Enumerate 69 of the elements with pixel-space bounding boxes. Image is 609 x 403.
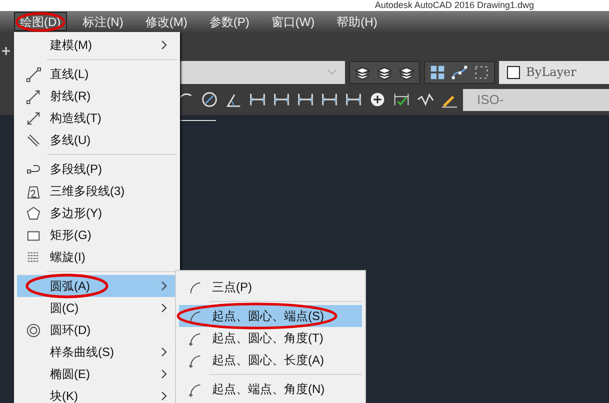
arc-icon: [188, 352, 203, 368]
menu-item-label: 起点、端点、角度(N): [212, 380, 326, 398]
menu-item[interactable]: 绘图(D): [14, 12, 67, 31]
menu-item[interactable]: 圆(C): [17, 297, 177, 319]
menu-item[interactable]: 起点、圆心、角度(T): [179, 327, 362, 349]
arc-icon: [188, 330, 203, 346]
window-title: Autodesk AutoCAD 2016 Drawing1.dwg: [374, 0, 534, 11]
menu-item[interactable]: 螺旋(I): [17, 246, 177, 268]
menu-item[interactable]: 起点、圆心、端点(S): [179, 305, 362, 327]
menu-item[interactable]: 多段线(P): [17, 158, 177, 180]
menu-item-label: 矩形(G): [50, 226, 92, 244]
arc-icon: [188, 280, 203, 294]
menu-item[interactable]: 多边形(Y): [17, 202, 177, 224]
menu-item[interactable]: 参数(P): [203, 12, 256, 31]
menu-item-label: 建模(M): [50, 36, 93, 54]
menu-item[interactable]: 构造线(T): [17, 107, 177, 129]
menu-item-label: 样条曲线(S): [50, 344, 115, 360]
menu-item[interactable]: 三维多段线(3): [17, 180, 177, 202]
menu-item[interactable]: 修改(M): [139, 12, 194, 31]
menu-item-label: 构造线(T): [50, 110, 102, 126]
layer-dropdown[interactable]: [180, 60, 345, 84]
arc-icon: [188, 308, 203, 324]
line-icon: [26, 66, 41, 82]
menu-item-label: 圆(C): [50, 300, 80, 316]
menu-item[interactable]: 直线(L): [17, 63, 177, 85]
menu-item-label: 起点、圆心、长度(A): [212, 352, 325, 368]
menu-item[interactable]: 帮助(H): [330, 12, 384, 31]
3d-polyline-icon: [26, 184, 41, 198]
menu-item[interactable]: 起点、端点、角度(N): [179, 378, 362, 400]
menu-item[interactable]: 圆弧(A): [17, 275, 177, 297]
pentagon-icon: [26, 206, 41, 220]
color-dropdown[interactable]: ByLayer: [499, 60, 609, 84]
menu-item[interactable]: 矩形(G): [17, 224, 177, 246]
circle-icon[interactable]: [200, 90, 219, 109]
menu-item[interactable]: 块(K): [17, 385, 177, 403]
multiline-icon: [26, 132, 41, 148]
menu-item-label: 起点、圆心、端点(S): [212, 308, 325, 324]
menu-item-label: 多线(U): [50, 132, 92, 148]
menu-item-label: 圆弧(A): [50, 278, 91, 294]
menu-item-label: 多边形(Y): [50, 204, 103, 222]
chevron-icon: [327, 69, 337, 75]
target-icon[interactable]: [368, 90, 387, 109]
menu-item[interactable]: 窗口(W): [265, 12, 321, 31]
menu-item[interactable]: 圆环(D): [17, 319, 177, 341]
color-value: ByLayer: [526, 65, 576, 79]
menu-item[interactable]: 射线(R): [17, 85, 177, 107]
plus-icon[interactable]: [1, 46, 11, 56]
donut-icon: [26, 322, 41, 338]
menu-item-label: 起点、圆心、角度(T): [212, 330, 324, 346]
menu-item[interactable]: 多线(U): [17, 129, 177, 151]
arc-icon: [188, 382, 203, 396]
polyline-icon: [26, 164, 40, 174]
menu-item[interactable]: 建模(M): [17, 34, 177, 56]
menu-item-label: 块(K): [50, 388, 79, 403]
construction-line-icon: [26, 110, 41, 126]
menu-item-label: 直线(L): [50, 66, 90, 82]
ray-icon: [26, 88, 41, 104]
menu-item-label: 圆环(D): [50, 322, 92, 338]
menu-item-label: 多段线(P): [50, 160, 103, 178]
menu-item[interactable]: 样条曲线(S): [17, 341, 177, 363]
menu-item-label: 螺旋(I): [50, 248, 86, 266]
menu-item-label: 三维多段线(3): [50, 182, 126, 200]
menu-item[interactable]: 椭圆(E): [17, 363, 177, 385]
menu-item-label: 椭圆(E): [50, 366, 91, 382]
menu-item[interactable]: 三点(P): [179, 276, 362, 298]
menu-item[interactable]: 标注(N): [76, 12, 130, 31]
menu-item-label: 射线(R): [50, 88, 92, 104]
menu-item-label: 三点(P): [212, 278, 253, 296]
menu-item[interactable]: 起点、圆心、长度(A): [179, 349, 362, 371]
